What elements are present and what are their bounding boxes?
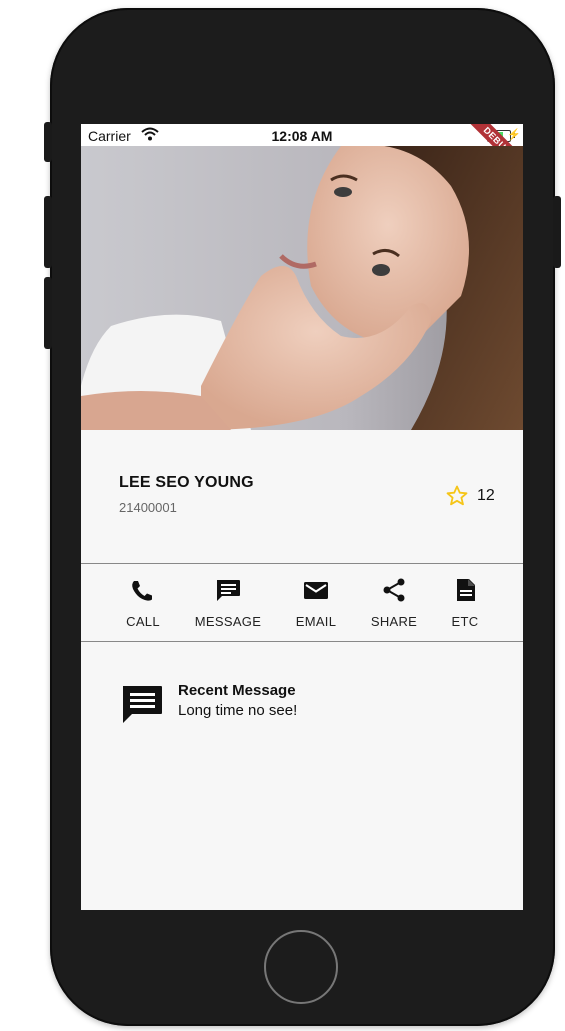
star-outline-icon[interactable] <box>445 484 469 508</box>
document-icon <box>457 579 475 601</box>
contact-name: LEE SEO YOUNG <box>119 474 254 491</box>
email-icon <box>304 582 328 599</box>
recent-message-card[interactable]: Recent Message Long time no see! <box>81 642 523 910</box>
volume-up-button <box>44 196 52 268</box>
profile-photo <box>81 146 523 430</box>
chat-icon <box>123 686 162 723</box>
email-button[interactable]: EMAIL <box>276 564 356 641</box>
action-bar: CALL MESSAGE EMAIL SHARE ETC <box>81 564 523 641</box>
etc-button[interactable]: ETC <box>425 564 505 641</box>
contact-id: 21400001 <box>119 500 177 515</box>
status-time: 12:08 AM <box>271 128 333 144</box>
power-button <box>553 196 561 268</box>
home-button[interactable] <box>264 930 338 1004</box>
profile-header: LEE SEO YOUNG 21400001 12 <box>81 430 523 562</box>
recent-message-text: Long time no see! <box>178 702 298 719</box>
message-label: MESSAGE <box>194 614 262 629</box>
charging-icon: ⚡ <box>507 129 521 141</box>
email-label: EMAIL <box>295 614 337 629</box>
message-icon <box>217 580 240 601</box>
share-label: SHARE <box>370 614 418 629</box>
app-screen: Carrier 12:08 AM ⚡ DEBUG LEE SEO YOUNG 2… <box>81 124 523 910</box>
recent-message-title: Recent Message <box>178 682 296 699</box>
share-button[interactable]: SHARE <box>354 564 434 641</box>
share-icon <box>383 578 405 602</box>
call-button[interactable]: CALL <box>103 564 183 641</box>
etc-label: ETC <box>451 614 479 629</box>
status-bar: Carrier 12:08 AM ⚡ DEBUG <box>81 124 523 180</box>
message-button[interactable]: MESSAGE <box>188 564 268 641</box>
call-label: CALL <box>126 614 160 629</box>
favorite-count: 12 <box>477 487 495 504</box>
phone-icon <box>132 581 152 601</box>
volume-down-button <box>44 277 52 349</box>
mute-switch <box>44 122 52 162</box>
